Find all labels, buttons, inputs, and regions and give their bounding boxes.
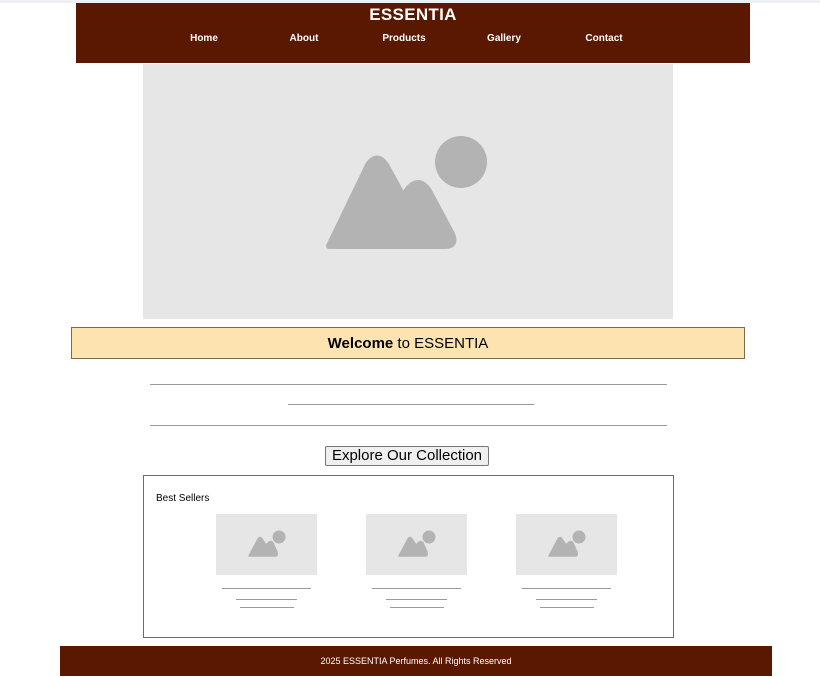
site-header: ESSENTIA Home About Products Gallery Con… [76, 3, 750, 63]
product-image [516, 514, 617, 575]
image-placeholder-icon [248, 530, 286, 557]
welcome-bold-text: Welcome [327, 335, 394, 352]
product-name-line [522, 588, 611, 589]
explore-collection-button[interactable]: Explore Our Collection [325, 446, 489, 466]
product-detail-line [536, 599, 597, 600]
product-detail-line [386, 599, 447, 600]
nav-home-link[interactable]: Home [190, 33, 218, 44]
product-card[interactable] [516, 514, 617, 614]
site-brand[interactable]: ESSENTIA [76, 5, 750, 25]
best-sellers-title: Best Sellers [156, 493, 210, 504]
text-placeholder-line [288, 404, 534, 405]
image-placeholder-icon [398, 530, 436, 557]
product-price-line [240, 607, 294, 608]
product-price-line [390, 607, 444, 608]
product-detail-line [236, 599, 297, 600]
nav-about-link[interactable]: About [290, 33, 319, 44]
main-nav: Home About Products Gallery Contact [76, 33, 750, 49]
nav-products-link[interactable]: Products [382, 33, 425, 44]
best-sellers-section: Best Sellers [143, 475, 674, 638]
welcome-banner: Welcome to ESSENTIA [71, 327, 745, 359]
nav-contact-link[interactable]: Contact [585, 33, 622, 44]
product-price-line [540, 607, 594, 608]
product-image [216, 514, 317, 575]
image-placeholder-icon [548, 530, 586, 557]
product-name-line [222, 588, 311, 589]
image-placeholder-icon [326, 136, 487, 249]
product-card[interactable] [366, 514, 467, 614]
product-image [366, 514, 467, 575]
product-name-line [372, 588, 461, 589]
text-placeholder-line [150, 425, 667, 426]
text-placeholder-line [150, 384, 667, 385]
hero-image [143, 64, 673, 319]
footer-copyright: 2025 ESSENTIA Perfumes. All Rights Reser… [320, 656, 512, 666]
welcome-rest-text: to ESSENTIA [393, 335, 489, 352]
nav-gallery-link[interactable]: Gallery [487, 33, 521, 44]
site-footer: 2025 ESSENTIA Perfumes. All Rights Reser… [60, 646, 772, 676]
product-card[interactable] [216, 514, 317, 614]
